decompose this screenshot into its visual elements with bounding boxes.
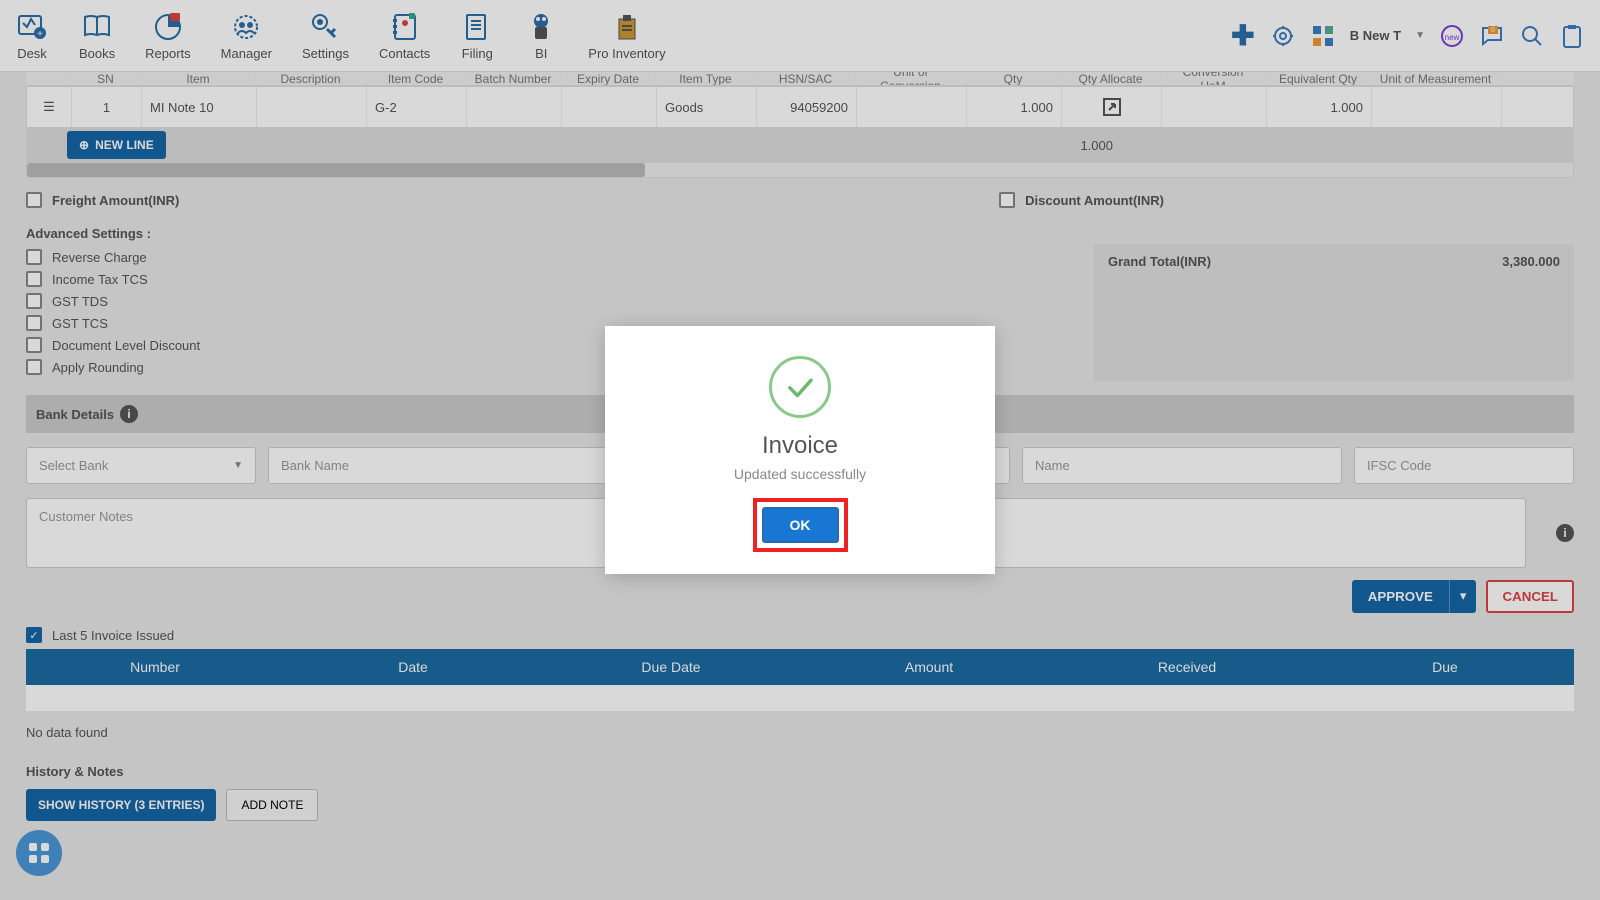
success-modal: Invoice Updated successfully OK (605, 326, 995, 574)
modal-title: Invoice (635, 432, 965, 460)
checkmark-icon (769, 356, 831, 418)
modal-subtitle: Updated successfully (635, 466, 965, 482)
ok-button[interactable]: OK (762, 507, 839, 543)
ok-highlight: OK (753, 498, 848, 552)
modal-overlay: Invoice Updated successfully OK (0, 0, 1600, 900)
